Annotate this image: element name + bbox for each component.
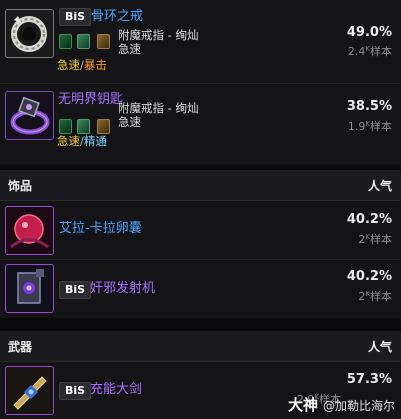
rings-panel: BiS 骨环之戒 附魔戒指 - 绚灿 急速 急速/暴击 49.0% 2.4K样本…	[0, 0, 401, 165]
sample-count: 1.9K样本	[347, 120, 392, 133]
enchant-name: 附魔戒指 - 绚灿	[118, 28, 199, 42]
section-header: 饰品 人气	[0, 170, 401, 201]
watermark-brand: 大神	[287, 396, 318, 414]
secondary-stats: 急速/暴击	[57, 58, 107, 72]
enchant-stat: 急速	[118, 115, 141, 129]
ring-row-1[interactable]: BiS 骨环之戒 附魔戒指 - 绚灿 急速 急速/暴击 49.0% 2.4K样本	[0, 0, 401, 84]
stat-haste: 急速	[57, 58, 80, 72]
popularity-percent: 40.2%	[346, 212, 392, 227]
popularity-percent: 38.5%	[346, 99, 392, 114]
sample-count: 2K样本	[358, 233, 392, 246]
gem-icon[interactable]	[77, 34, 90, 49]
enchant-scroll-icon[interactable]	[97, 34, 110, 49]
bis-badge: BiS	[59, 382, 92, 400]
trinkets-panel: 饰品 人气 艾拉-卡拉卵囊 40.2% 2K样本 BiS 奸邪发射机 40.2%…	[0, 170, 401, 318]
egg-sac-icon[interactable]	[5, 206, 54, 255]
popularity-percent: 49.0%	[346, 25, 392, 40]
ring-row-2[interactable]: 无明界钥匙 附魔戒指 - 绚灿 急速 急速/精通 38.5% 1.9K样本	[0, 84, 401, 168]
enchant-name: 附魔戒指 - 绚灿	[118, 101, 199, 115]
enchant-scroll-icon[interactable]	[97, 119, 110, 134]
item-name[interactable]: 无明界钥匙	[58, 92, 123, 108]
section-title: 饰品	[8, 179, 33, 193]
watermark: 大神 @加勒比海尔	[288, 394, 395, 415]
gem-icon[interactable]	[59, 119, 72, 134]
popularity-header: 人气	[367, 340, 392, 354]
gem-icon[interactable]	[59, 34, 72, 49]
greatsword-icon[interactable]	[5, 366, 54, 415]
enchant-stat: 急速	[118, 42, 141, 56]
secondary-stats: 急速/精通	[57, 134, 107, 148]
item-name[interactable]: 奸邪发射机	[90, 281, 155, 297]
stat-mastery: 精通	[83, 134, 107, 148]
watermark-handle: @加勒比海尔	[322, 399, 395, 413]
section-title: 武器	[8, 340, 33, 354]
stat-haste: 急速	[57, 134, 80, 148]
bone-ring-icon[interactable]	[5, 9, 54, 58]
emitter-icon[interactable]	[5, 264, 54, 313]
trinket-row-1[interactable]: 艾拉-卡拉卵囊 40.2% 2K样本	[0, 201, 401, 259]
key-ring-icon[interactable]	[5, 91, 54, 140]
popularity-header: 人气	[367, 179, 392, 193]
item-name[interactable]: 艾拉-卡拉卵囊	[59, 221, 142, 237]
item-name[interactable]: 充能大剑	[90, 382, 142, 398]
item-name[interactable]: 骨环之戒	[91, 9, 143, 25]
gem-icon[interactable]	[77, 119, 90, 134]
sample-count: 2K样本	[358, 290, 392, 303]
popularity-percent: 40.2%	[346, 269, 392, 284]
trinket-row-2[interactable]: BiS 奸邪发射机 40.2% 2K样本	[0, 260, 401, 318]
stat-crit: 暴击	[83, 58, 107, 72]
popularity-percent: 57.3%	[346, 372, 392, 387]
section-header: 武器 人气	[0, 331, 401, 362]
bis-badge: BiS	[59, 281, 92, 299]
sample-count: 2.4K样本	[347, 45, 392, 58]
bis-badge: BiS	[59, 8, 92, 26]
